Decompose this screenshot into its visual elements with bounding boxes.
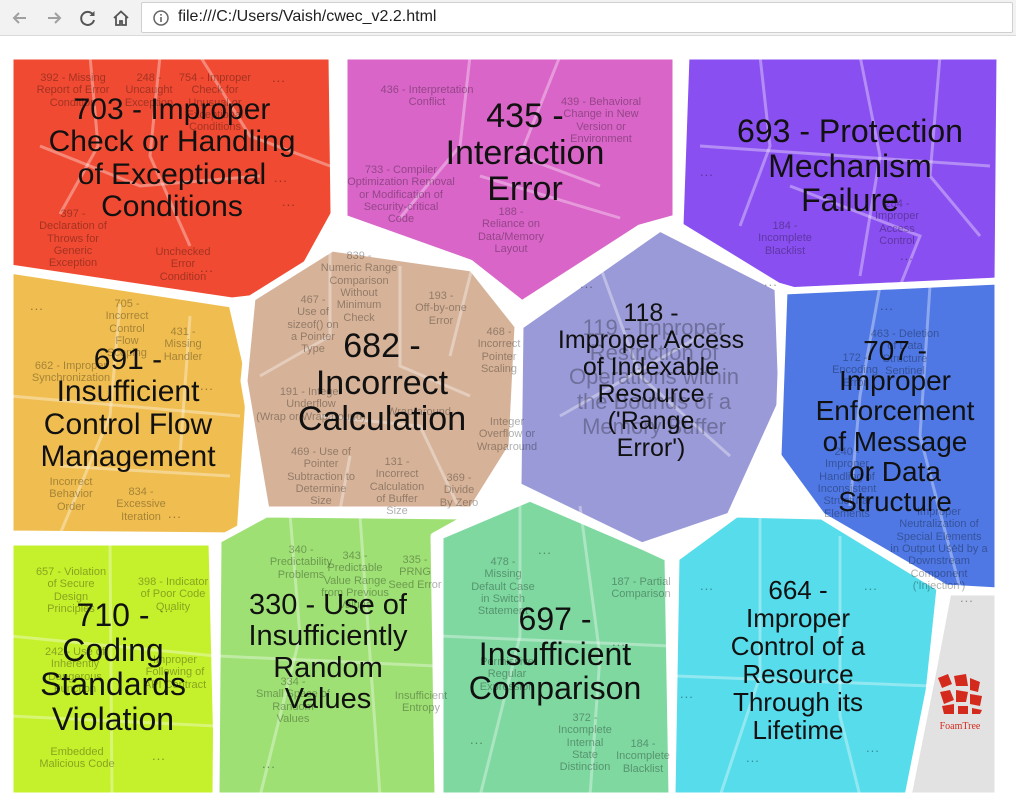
subgroup-label[interactable]: 369 - Divide By Zero	[404, 472, 514, 509]
subgroup-label[interactable]: 397 - Declaration of Throws for Generic …	[18, 208, 128, 270]
reload-icon[interactable]	[74, 4, 102, 32]
forward-arrow-icon[interactable]	[40, 4, 68, 32]
collapsed-children-indicator[interactable]: ...	[866, 740, 880, 755]
collapsed-children-indicator[interactable]: ...	[274, 170, 288, 185]
subgroup-label[interactable]: 193 - Off-by-one Error	[386, 290, 496, 327]
collapsed-children-indicator[interactable]: ...	[864, 578, 878, 593]
collapsed-children-indicator[interactable]: ...	[580, 276, 594, 291]
foamtree-logo: FoamTree	[934, 672, 986, 732]
subgroup-label[interactable]: 754 - Improper Check for Unusual or Exce…	[160, 72, 270, 134]
subgroup-label[interactable]: 334 - Small Space of Random Values	[238, 676, 348, 725]
collapsed-children-indicator[interactable]: ...	[700, 164, 714, 179]
collapsed-children-indicator[interactable]: ...	[470, 732, 484, 747]
subgroup-label[interactable]: 284 - Improper Access Control	[842, 198, 952, 247]
collapsed-children-indicator[interactable]: ...	[168, 506, 182, 521]
collapsed-children-indicator[interactable]: ...	[612, 634, 626, 649]
subgroup-label[interactable]: 733 - Compiler Optimization Removal or M…	[346, 164, 456, 226]
subgroup-label[interactable]: 431 - Missing Handler	[128, 326, 238, 363]
collapsed-children-indicator[interactable]: ...	[880, 298, 894, 313]
address-bar[interactable]: file:///C:/Users/Vaish/cwec_v2.2.html	[141, 2, 1013, 33]
info-icon[interactable]	[152, 9, 170, 27]
subgroup-label[interactable]: 436 - Interpretation Conflict	[372, 84, 482, 109]
collapsed-children-indicator[interactable]: ...	[272, 70, 286, 85]
collapsed-children-indicator[interactable]: ...	[948, 534, 962, 549]
collapsed-children-indicator[interactable]: ...	[200, 260, 214, 275]
collapsed-children-indicator[interactable]: ...	[700, 578, 714, 593]
collapsed-children-indicator[interactable]: ...	[282, 194, 296, 209]
subgroup-label[interactable]: 184 - Incomplete Blacklist	[730, 220, 840, 257]
collapsed-children-indicator[interactable]: ...	[680, 686, 694, 701]
subgroup-label[interactable]: 188 - Reliance on Data/Memory Layout	[456, 206, 566, 255]
home-icon[interactable]	[107, 4, 135, 32]
subgroup-label[interactable]: 439 - Behavioral Change in New Version o…	[546, 96, 656, 145]
collapsed-children-indicator[interactable]: ...	[538, 542, 552, 557]
subgroup-label[interactable]: 119 - Improper Restriction of Operations…	[534, 315, 774, 439]
subgroup-label[interactable]: Embedded Malicious Code	[22, 746, 132, 771]
collapsed-children-indicator[interactable]: ...	[30, 298, 44, 313]
subgroup-label[interactable]: Incorrect Behavior Order	[16, 476, 126, 513]
subgroup-label[interactable]: 467 - Use of sizeof() on a Pointer Type	[258, 294, 368, 356]
back-arrow-icon[interactable]	[6, 4, 34, 32]
subgroup-label[interactable]: 657 - Violation of Secure Design Princip…	[16, 566, 126, 615]
collapsed-children-indicator[interactable]: ...	[960, 590, 974, 605]
collapsed-children-indicator[interactable]: ...	[764, 274, 778, 289]
collapsed-children-indicator[interactable]: ...	[746, 750, 760, 765]
address-url[interactable]: file:///C:/Users/Vaish/cwec_v2.2.html	[178, 8, 436, 26]
subgroup-label[interactable]: Improper Following of API Contract	[120, 654, 230, 691]
subgroup-label[interactable]: 478 - Missing Default Case in Switch Sta…	[448, 556, 558, 618]
collapsed-children-indicator[interactable]: ...	[200, 378, 214, 393]
foamtree-visualization[interactable]: 703 - Improper Check or Handling of Exce…	[0, 36, 1016, 803]
foamtree-brand-text: FoamTree	[939, 721, 981, 732]
subgroup-label[interactable]: 191 - Integer Underflow (Wrap or Wraparo…	[256, 386, 366, 423]
subgroup-label[interactable]: 172 - Encoding Error	[800, 352, 910, 389]
browser-toolbar: file:///C:/Users/Vaish/cwec_v2.2.html	[0, 0, 1016, 36]
subgroup-label[interactable]: Permissive Regular Expression	[452, 656, 562, 693]
subgroup-label[interactable]: 242 - Use of Inherently Dangerous Functi…	[20, 646, 130, 695]
collapsed-children-indicator[interactable]: ...	[160, 600, 174, 615]
collapsed-children-indicator[interactable]: ...	[152, 748, 166, 763]
collapsed-children-indicator[interactable]: ...	[900, 248, 914, 263]
subgroup-label[interactable]: Unchecked Error Condition	[128, 246, 238, 283]
collapsed-children-indicator[interactable]: ...	[262, 756, 276, 771]
group-label-664[interactable]: 664 - Improper Control of a Resource Thr…	[680, 576, 916, 745]
subgroup-label[interactable]: 662 - Improper Synchronization	[16, 360, 126, 385]
